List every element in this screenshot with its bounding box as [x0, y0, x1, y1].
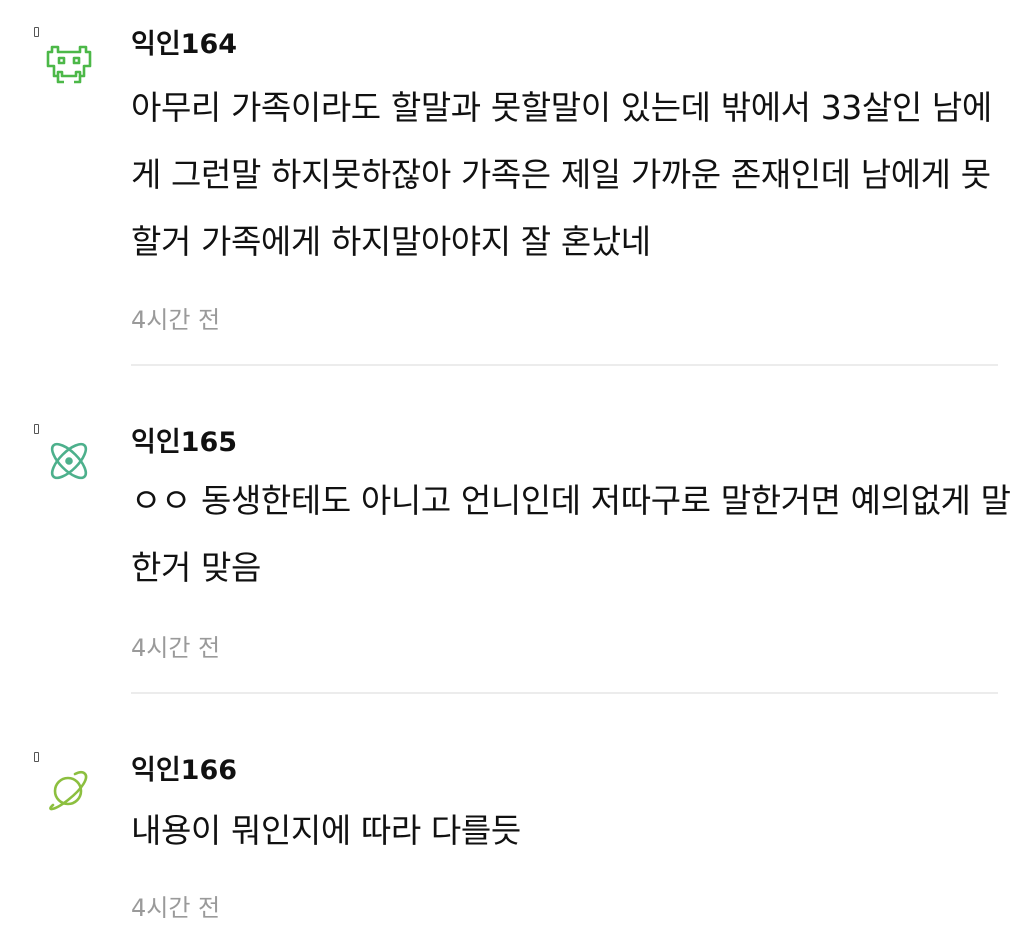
- comment-divider: [131, 692, 998, 694]
- comment-author: 익인164: [131, 29, 238, 60]
- atom-icon: [44, 436, 94, 486]
- comment-text: 아무리 가족이라도 할말과 못할말이 있는데 밖에서 33살인 남에게 그런말 …: [131, 88, 992, 261]
- comment-divider: [131, 364, 998, 366]
- comment-timestamp: 4시간 전: [131, 306, 221, 334]
- comment-marker-icon: [34, 424, 39, 434]
- comment-timestamp: 4시간 전: [131, 634, 221, 662]
- comment-author: 익인165: [131, 427, 238, 458]
- planet-icon: [44, 765, 94, 815]
- comment-author: 익인166: [131, 755, 238, 786]
- space-invader-icon: [44, 43, 94, 93]
- comment-text: ㅇㅇ 동생한테도 아니고 언니인데 저따구로 말한거면 예의없게 말한거 맞음: [131, 481, 1011, 587]
- comment-text: 내용이 뭐인지에 따라 다를듯: [131, 811, 521, 850]
- comment-timestamp: 4시간 전: [131, 894, 221, 922]
- comment-marker-icon: [34, 752, 39, 762]
- comment-marker-icon: [34, 27, 39, 37]
